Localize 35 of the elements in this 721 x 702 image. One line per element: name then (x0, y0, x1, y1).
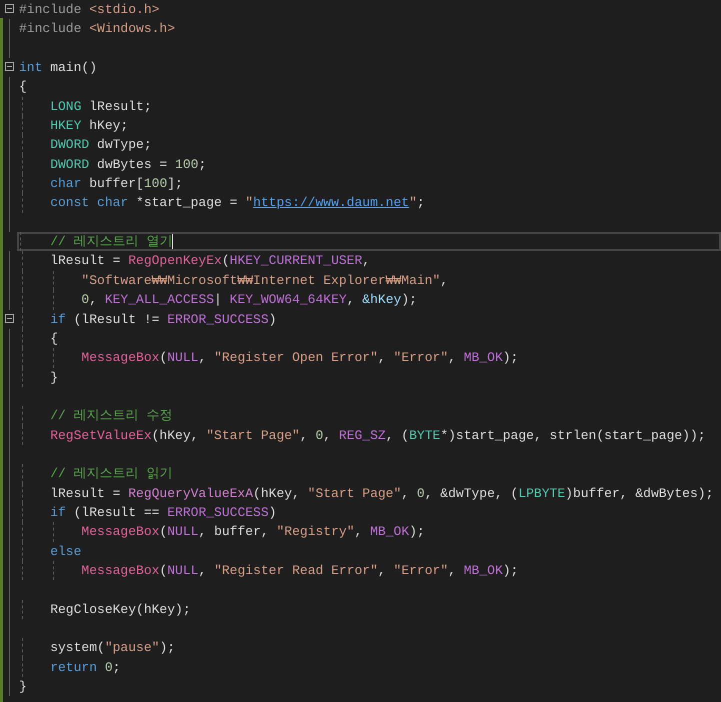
code-line: DWORD dwBytes = 100; (49, 156, 206, 172)
code-line: } (49, 370, 58, 385)
code-line: else (49, 544, 82, 559)
code-line: const char *start_page = "https://www.daum.net"; (49, 195, 425, 210)
code-line: { (49, 330, 58, 346)
code-line: #include <stdio.h> (19, 2, 160, 17)
code-line: system("pause"); (49, 640, 176, 656)
code-line: MessageBox(NULL, "Register Open Error", "Error", MB_OK); (80, 350, 518, 366)
code-line: RegCloseKey(hKey); (49, 602, 191, 617)
code-line: MessageBox(NULL, "Register Read Error", "Error", MB_OK); (80, 562, 518, 578)
text-cursor (172, 234, 174, 250)
code-line: return 0; (49, 660, 120, 675)
code-line: RegSetValueEx(hKey, "Start Page", 0, REG_SZ, (BYTE*)start_page, strlen(start_page)); (49, 428, 706, 443)
code-line: lResult = RegOpenKeyEx(HKEY_CURRENT_USER, (49, 253, 370, 268)
code-line: MessageBox(NULL, buffer, "Registry", MB_OK); (80, 524, 425, 540)
code-line: } (19, 679, 27, 694)
collapse-icon[interactable] (5, 4, 14, 13)
code-line: "Software₩₩Microsoft₩₩Internet Explorer₩₩Main", (80, 272, 448, 288)
code-line: DWORD dwType; (49, 137, 152, 152)
code-line: int main() (19, 60, 98, 76)
code-line: HKEY hKey; (49, 118, 128, 134)
code-line: { (19, 79, 27, 94)
code-line: // 레지스트리 수정 (49, 408, 172, 424)
code-line: // 레지스트리 열기 (49, 234, 172, 250)
code-line: if (lResult == ERROR_SUCCESS) (49, 504, 276, 520)
code-line: #include <Windows.h> (19, 21, 176, 36)
code-line: // 레지스트리 읽기 (49, 466, 172, 482)
collapse-icon[interactable] (5, 314, 14, 322)
code-line: 0, KEY_ALL_ACCESS| KEY_WOW64_64KEY, &hKey); (80, 292, 417, 308)
code-line: char buffer[100]; (49, 176, 183, 192)
code-editor[interactable] (0, 0, 721, 702)
code-line: if (lResult != ERROR_SUCCESS) (49, 312, 276, 326)
code-line: LONG lResult; (49, 98, 152, 114)
code-line: lResult = RegQueryValueExA(hKey, "Start Page", 0, &dwType, (LPBYTE)buffer, &dwBytes); (49, 486, 714, 501)
collapse-icon[interactable] (5, 62, 14, 72)
